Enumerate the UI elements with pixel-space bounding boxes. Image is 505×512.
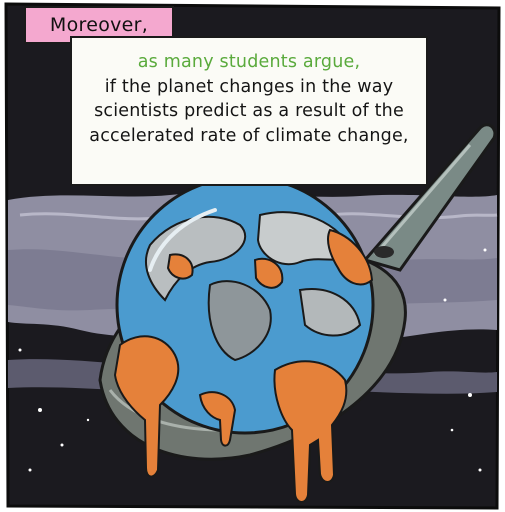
- comic-panel: Moreover, as many students argue, if the…: [0, 0, 505, 512]
- caption-box: as many students argue, if the planet ch…: [70, 36, 428, 186]
- caption-tag-text: Moreover,: [49, 14, 149, 36]
- caption-body-text: if the planet changes in the way scienti…: [89, 76, 409, 146]
- caption-lead-text: as many students argue,: [137, 52, 361, 72]
